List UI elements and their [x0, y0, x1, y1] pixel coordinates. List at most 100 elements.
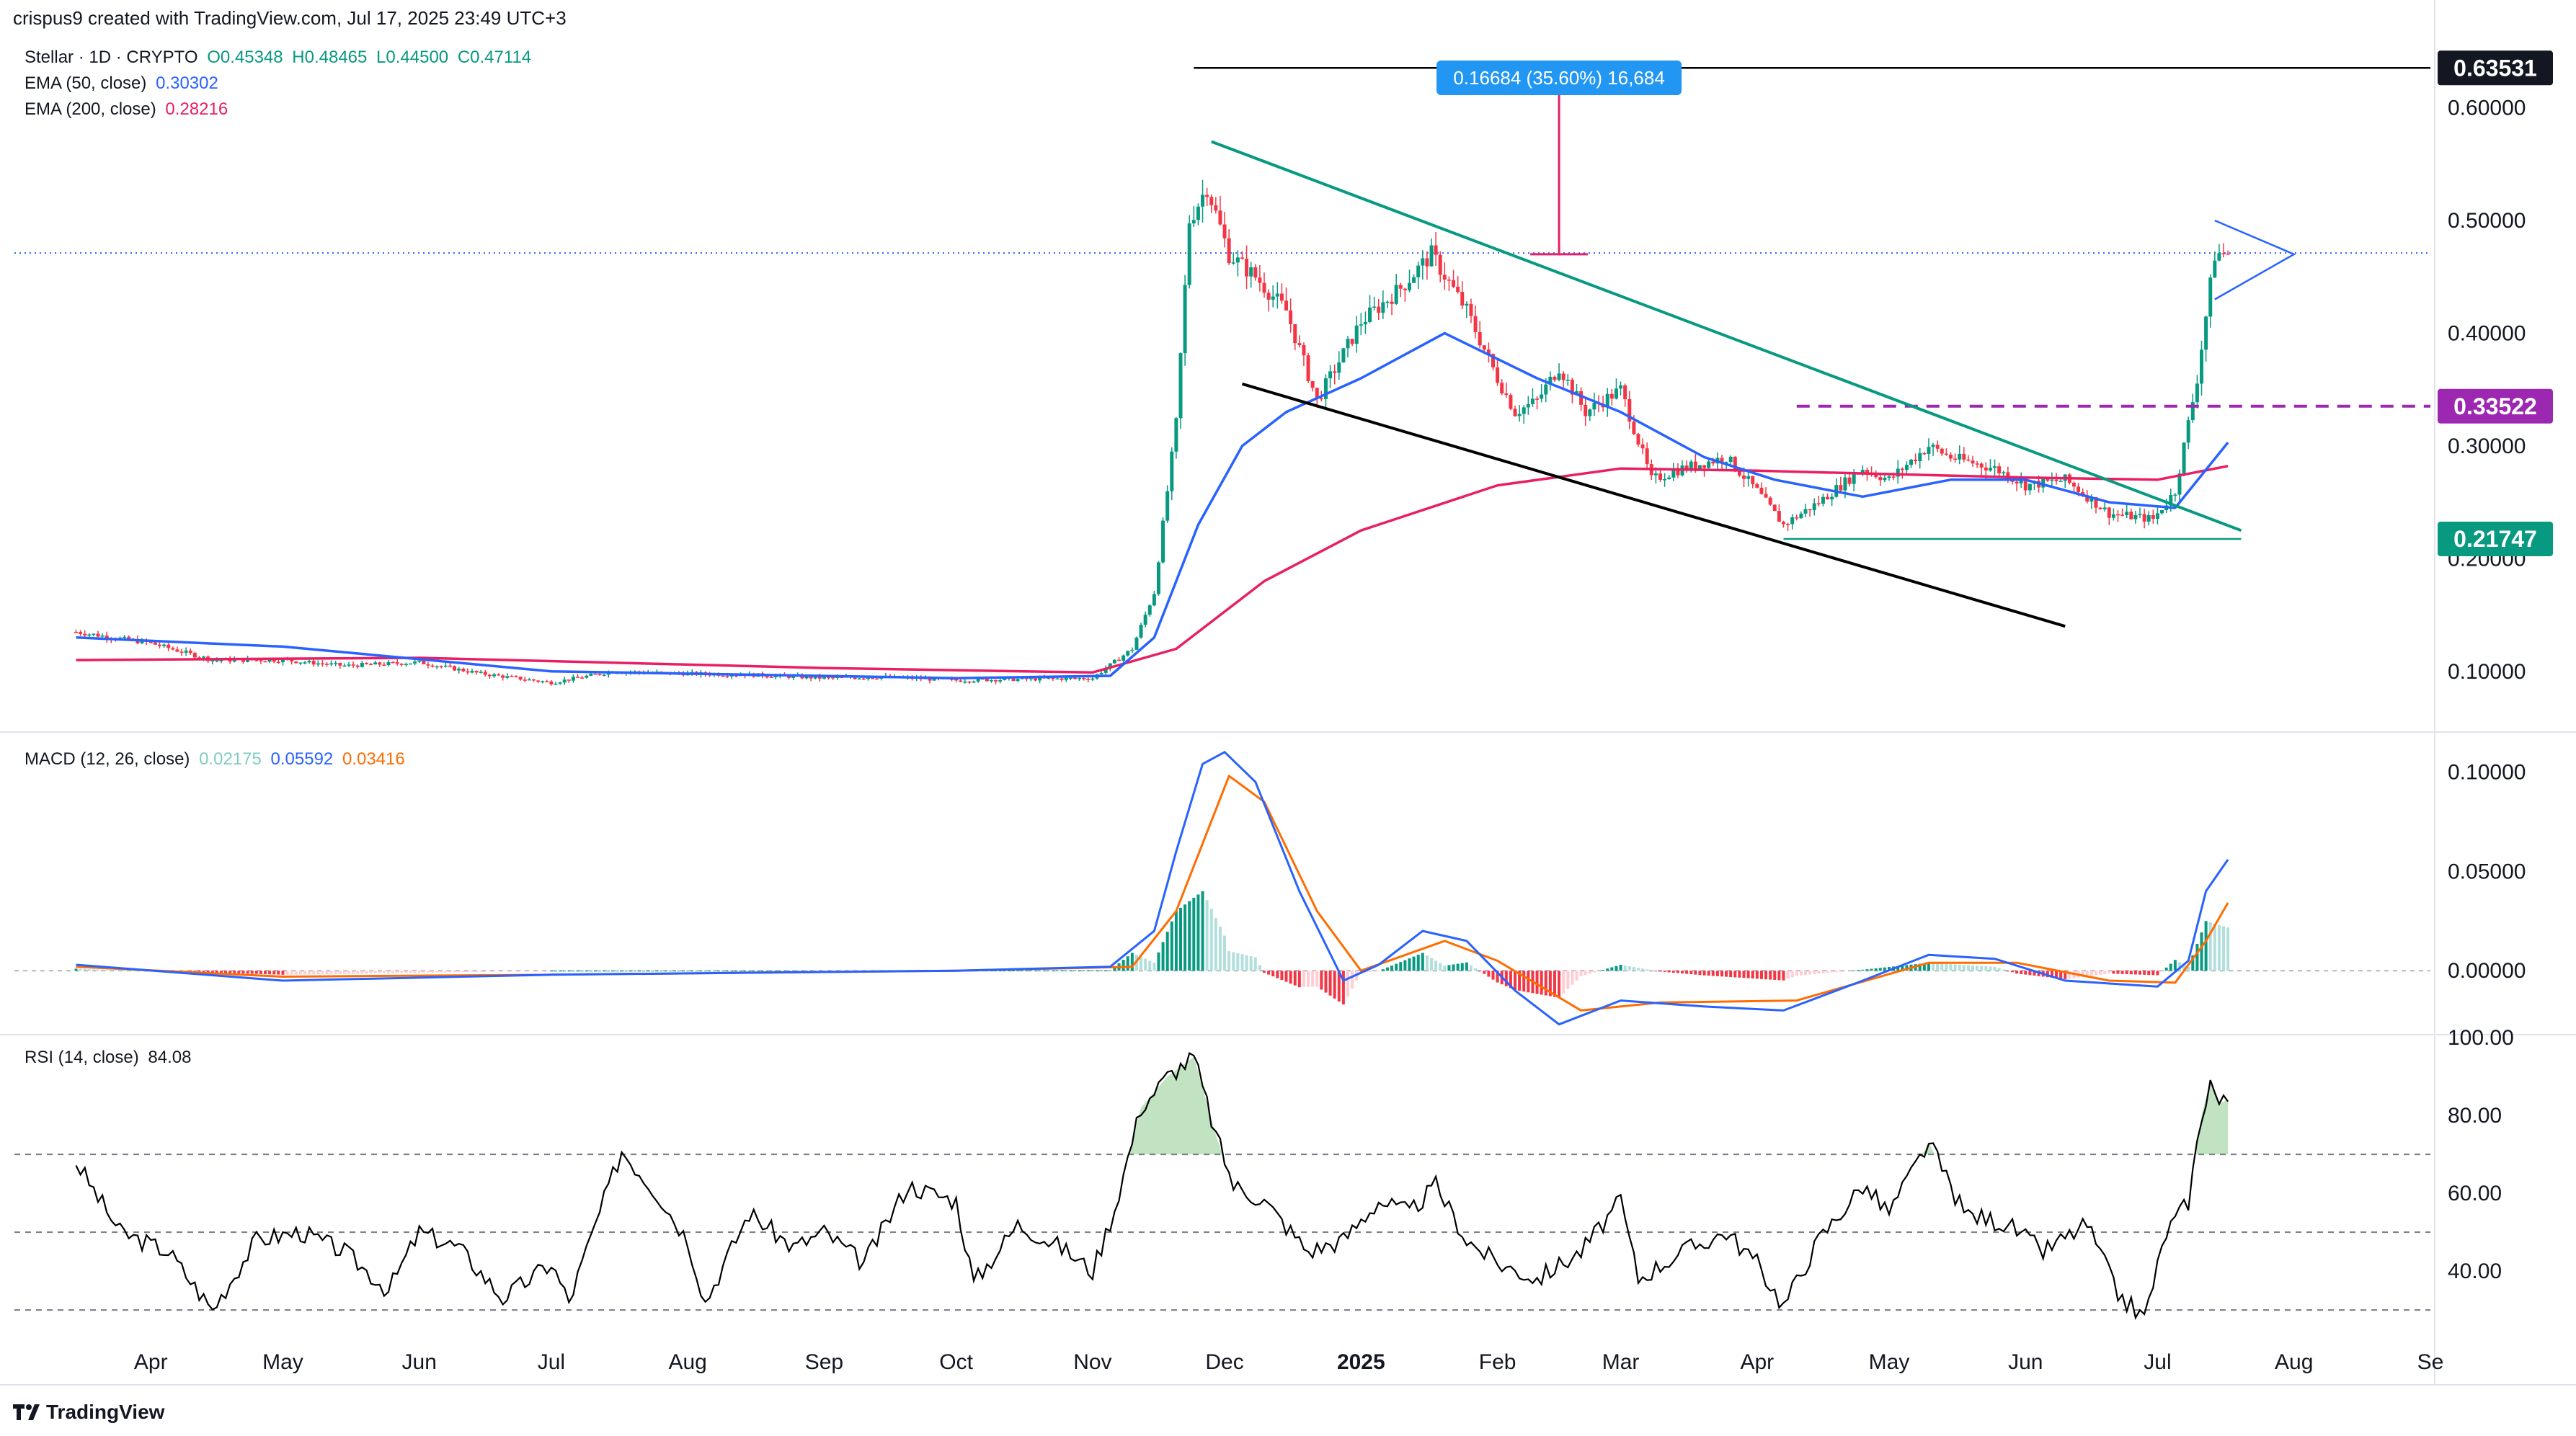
macd-histogram-bar [2226, 927, 2230, 971]
candle-body [351, 664, 355, 666]
candle-body [83, 633, 87, 636]
price-axis-label: 0.21747 [2453, 526, 2537, 552]
macd-histogram-bar [2151, 971, 2155, 976]
macd-histogram-bar [1636, 968, 1640, 971]
macd-histogram-bar [1962, 965, 1966, 971]
macd-histogram-bar [1694, 971, 1697, 975]
macd-histogram-bar [325, 971, 329, 974]
candle-body [1394, 285, 1398, 304]
candle-body [466, 671, 470, 673]
macd-histogram-bar [1522, 971, 1526, 992]
candle-body [1407, 282, 1411, 290]
candle-body [576, 677, 580, 678]
macd-histogram-bar [237, 971, 241, 973]
candle-body [215, 660, 219, 661]
time-axis-label: Apr [134, 1350, 168, 1374]
candle-body [1398, 285, 1403, 289]
candle-body [2071, 482, 2076, 487]
time-axis-label: Dec [1205, 1350, 1243, 1374]
candle-body [1434, 245, 1438, 255]
candle-body [1447, 280, 1451, 281]
macd-histogram-bar [2164, 967, 2168, 971]
macd-histogram-bar [1540, 971, 1543, 995]
ema50-legend: EMA (50, close) 0.30302 [25, 73, 218, 94]
candle-body [1465, 303, 1469, 306]
candle-body [1381, 302, 1385, 313]
macd-histogram-bar [1953, 964, 1957, 971]
macd-histogram-bar [1821, 971, 1825, 973]
candle-body [96, 633, 100, 637]
macd-tick-label: 0.05000 [2448, 860, 2526, 883]
candle-body [1034, 678, 1038, 681]
macd-histogram-bar [1227, 951, 1231, 971]
macd-histogram-bar [1487, 971, 1491, 977]
macd-histogram-bar [453, 971, 456, 973]
time-axis-label: Jul [538, 1350, 565, 1374]
candle-body [263, 661, 267, 663]
candle-body [554, 683, 558, 685]
macd-histogram-bar [1623, 965, 1627, 971]
candle-body [1671, 470, 1676, 478]
macd-histogram-bar [1258, 965, 1261, 971]
rsi-title: RSI (14, close) [25, 1048, 139, 1067]
candle-body [1258, 277, 1262, 283]
macd-histogram-bar [400, 971, 404, 973]
macd-histogram-bar [1606, 968, 1609, 971]
candle-body [998, 679, 1003, 682]
candle-body [1504, 393, 1509, 396]
macd-histogram-bar [114, 970, 117, 971]
candle-body [1935, 445, 1940, 449]
macd-histogram-bar [466, 971, 469, 972]
macd-histogram-bar [1790, 971, 1794, 978]
macd-histogram-bar [1320, 971, 1323, 990]
candle-body [1588, 409, 1592, 416]
candle-body [2120, 514, 2125, 516]
time-axis-label: Se [2417, 1350, 2444, 1374]
candle-body [1530, 398, 1535, 404]
candle-body [1174, 418, 1178, 452]
macd-histogram-bar [1813, 971, 1816, 974]
candle-body [1473, 316, 1478, 332]
candle-body [1693, 461, 1697, 469]
candle-body [967, 681, 972, 683]
candle-body [527, 679, 531, 681]
macd-histogram-bar [1276, 971, 1279, 978]
macd-histogram-bar [1328, 971, 1332, 996]
candle-body [1170, 451, 1174, 491]
candle-body [276, 661, 280, 663]
candle-body [1623, 385, 1627, 399]
macd-histogram-bar [1803, 971, 1807, 976]
time-axis-label: Aug [668, 1350, 706, 1374]
candle-body [1078, 678, 1082, 679]
candle-body [1645, 448, 1649, 465]
macd-histogram-bar [1416, 955, 1420, 971]
macd-histogram-bar [1122, 960, 1125, 971]
macd-histogram-bar [1746, 971, 1750, 978]
candle-body [2019, 481, 2023, 483]
macd-histogram-bar [417, 971, 421, 973]
macd-histogram-bar [246, 971, 249, 974]
candle-body [162, 644, 166, 646]
candle-body [2226, 253, 2230, 255]
candle-body [1429, 245, 1434, 267]
candle-body [1183, 285, 1187, 354]
macd-histogram-bar [259, 971, 262, 974]
macd-histogram-bar [1645, 969, 1649, 971]
falling-wedge-upper-line [1211, 140, 2242, 532]
macd-histogram-bar [1425, 955, 1429, 971]
macd-histogram-bar [272, 971, 276, 975]
candle-body [329, 663, 334, 665]
ema50-line [76, 331, 2229, 679]
candle-body [1755, 483, 1759, 488]
macd-histogram-bar [1174, 911, 1178, 971]
macd-histogram-bar [2169, 963, 2172, 971]
macd-histogram-bar [1769, 971, 1772, 980]
macd-histogram-bar [79, 968, 82, 971]
macd-histogram-bar [1196, 894, 1200, 971]
macd-histogram-bar [1830, 971, 1834, 973]
macd-histogram-bar [1817, 971, 1821, 974]
candle-body [1553, 376, 1557, 380]
macd-histogram-bar [1834, 971, 1838, 973]
macd-title: MACD (12, 26, close) [25, 749, 190, 769]
candle-body [1253, 267, 1258, 278]
